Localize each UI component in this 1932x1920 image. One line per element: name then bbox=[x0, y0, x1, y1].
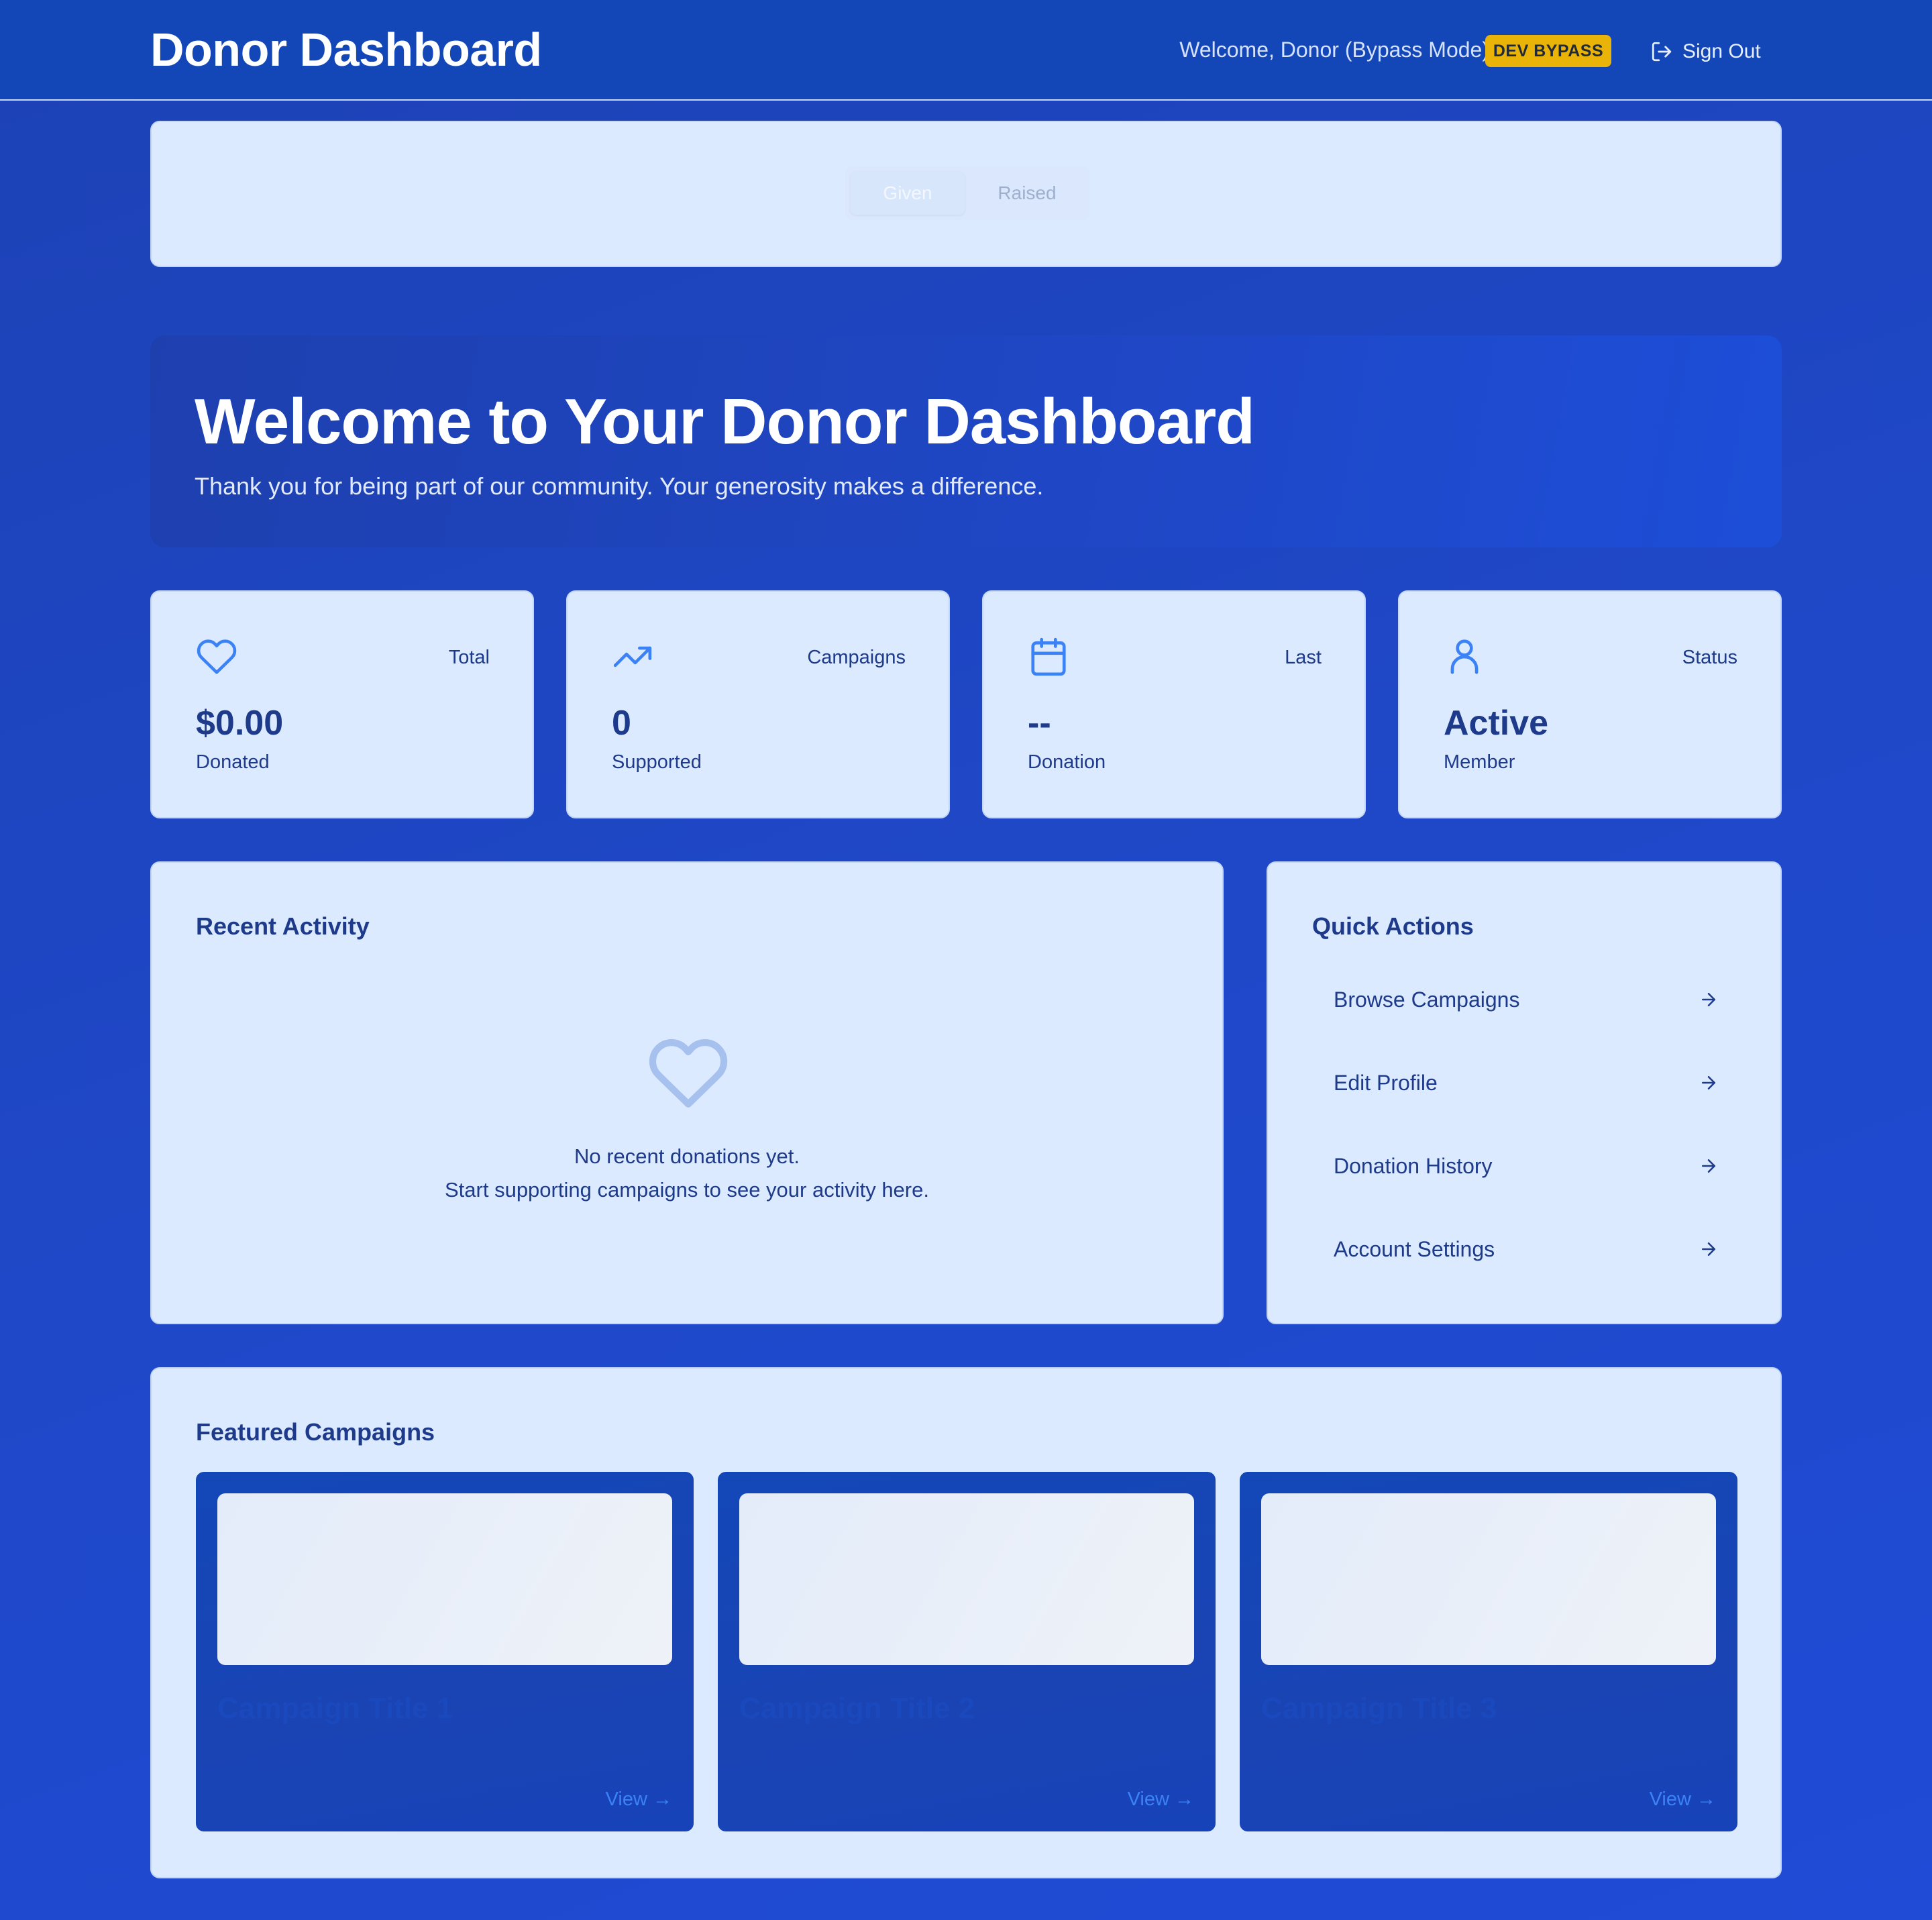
campaign-card[interactable]: Campaign Title 3 View → bbox=[1240, 1472, 1737, 1831]
quick-action-donation-history[interactable]: Donation History bbox=[1312, 1132, 1739, 1199]
dev-bypass-badge: DEV BYPASS bbox=[1485, 35, 1611, 67]
welcome-hero: Welcome to Your Donor Dashboard Thank yo… bbox=[150, 335, 1782, 547]
quick-action-label: Browse Campaigns bbox=[1334, 987, 1520, 1012]
quick-action-label: Account Settings bbox=[1334, 1236, 1495, 1261]
empty-state-heart-icon bbox=[649, 1039, 728, 1108]
given-raised-toggle: Given Raised bbox=[845, 166, 1089, 220]
stat-label: Total bbox=[448, 647, 490, 668]
stat-value: Active bbox=[1444, 704, 1549, 743]
campaign-image-placeholder bbox=[739, 1493, 1194, 1665]
featured-campaigns-panel: Featured Campaigns Campaign Title 1 View… bbox=[150, 1367, 1782, 1878]
campaign-image-placeholder bbox=[1261, 1493, 1716, 1665]
campaign-view-link[interactable]: View → bbox=[1128, 1789, 1194, 1811]
stat-sublabel: Donation bbox=[1028, 751, 1106, 773]
stat-card-last-donation: Last -- Donation bbox=[982, 590, 1366, 818]
stat-value: $0.00 bbox=[196, 704, 284, 743]
stat-label: Status bbox=[1682, 647, 1737, 668]
campaign-card[interactable]: Campaign Title 1 View → bbox=[196, 1472, 694, 1831]
arrow-right-icon bbox=[1702, 993, 1715, 1006]
stat-sublabel: Donated bbox=[196, 751, 270, 773]
hero-subtitle: Thank you for being part of our communit… bbox=[195, 472, 1044, 500]
stat-card-campaigns-supported: Campaigns 0 Supported bbox=[566, 590, 950, 818]
sign-out-icon bbox=[1652, 42, 1672, 62]
tab-raised[interactable]: Raised bbox=[970, 172, 1084, 215]
recent-activity-title: Recent Activity bbox=[196, 912, 370, 940]
user-icon bbox=[1450, 639, 1479, 674]
quick-actions-title: Quick Actions bbox=[1312, 912, 1474, 940]
campaign-title: Campaign Title 1 bbox=[217, 1692, 453, 1725]
heart-icon bbox=[197, 639, 237, 674]
recent-activity-panel: Recent Activity No recent donations yet.… bbox=[150, 861, 1224, 1324]
top-navbar: Donor Dashboard Welcome, Donor (Bypass M… bbox=[0, 0, 1932, 101]
quick-action-account-settings[interactable]: Account Settings bbox=[1312, 1216, 1739, 1283]
arrow-right-icon bbox=[1702, 1076, 1715, 1089]
quick-action-label: Edit Profile bbox=[1334, 1070, 1438, 1095]
app-title: Donor Dashboard bbox=[150, 23, 542, 76]
stat-card-total-donated: Total $0.00 Donated bbox=[150, 590, 534, 818]
hero-title: Welcome to Your Donor Dashboard bbox=[195, 386, 1255, 458]
campaign-title: Campaign Title 3 bbox=[1261, 1692, 1497, 1725]
tab-given[interactable]: Given bbox=[851, 172, 965, 215]
campaign-view-link[interactable]: View → bbox=[1650, 1789, 1716, 1811]
stat-card-member-status: Status Active Member bbox=[1398, 590, 1782, 818]
empty-state-message: No recent donations yet. bbox=[574, 1144, 800, 1168]
stat-sublabel: Supported bbox=[612, 751, 702, 773]
featured-campaigns-title: Featured Campaigns bbox=[196, 1418, 435, 1446]
quick-actions-panel: Quick Actions Browse Campaigns Edit Prof… bbox=[1267, 861, 1782, 1324]
empty-state-hint: Start supporting campaigns to see your a… bbox=[445, 1178, 929, 1202]
campaign-image-placeholder bbox=[217, 1493, 672, 1665]
trending-up-icon bbox=[613, 646, 652, 668]
arrow-right-icon bbox=[1702, 1242, 1715, 1256]
sign-out-button[interactable]: Sign Out bbox=[1650, 35, 1761, 68]
campaign-title: Campaign Title 2 bbox=[739, 1692, 975, 1725]
quick-action-edit-profile[interactable]: Edit Profile bbox=[1312, 1049, 1739, 1116]
quick-action-label: Donation History bbox=[1334, 1153, 1493, 1178]
stat-label: Last bbox=[1285, 647, 1322, 668]
quick-action-browse-campaigns[interactable]: Browse Campaigns bbox=[1312, 966, 1739, 1033]
arrow-right-icon bbox=[1702, 1159, 1715, 1173]
campaign-card[interactable]: Campaign Title 2 View → bbox=[718, 1472, 1216, 1831]
sign-out-label: Sign Out bbox=[1682, 40, 1761, 62]
welcome-message: Welcome, Donor (Bypass Mode) bbox=[1179, 38, 1489, 62]
stat-label: Campaigns bbox=[807, 647, 906, 668]
calendar-icon bbox=[1031, 637, 1066, 676]
stat-sublabel: Member bbox=[1444, 751, 1515, 773]
stat-value: 0 bbox=[612, 704, 631, 743]
campaign-view-link[interactable]: View → bbox=[606, 1789, 672, 1811]
stat-value: -- bbox=[1028, 704, 1051, 743]
